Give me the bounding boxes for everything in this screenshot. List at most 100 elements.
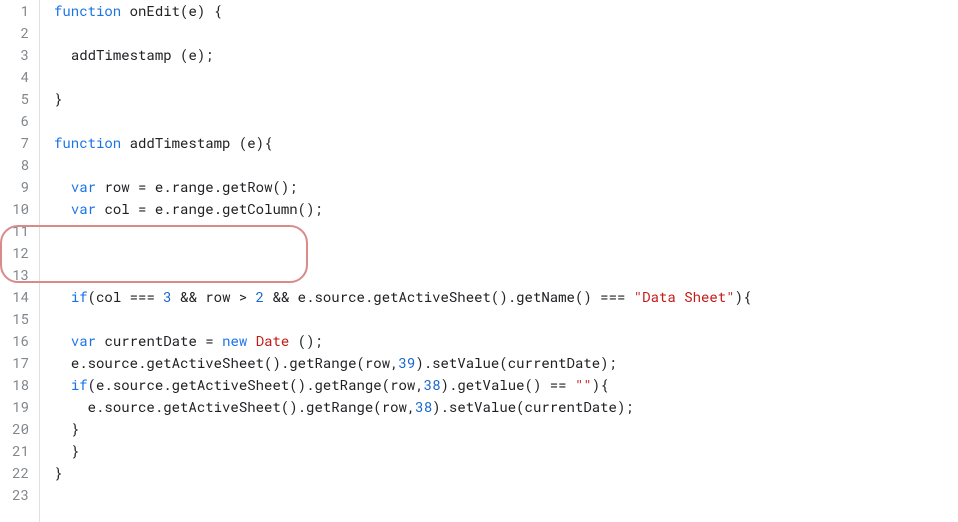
code-line[interactable]: var row = e.range.getRow(); xyxy=(54,176,958,198)
code-token: ) xyxy=(197,45,205,64)
code-token: ) xyxy=(499,287,507,306)
line-number: 5 xyxy=(0,88,29,110)
code-token: 38 xyxy=(424,375,441,394)
code-token: ) xyxy=(272,353,280,372)
code-line[interactable] xyxy=(54,22,958,44)
code-token: ( xyxy=(272,177,280,196)
code-token: e.source.getActiveSheet xyxy=(96,375,289,394)
code-token: e xyxy=(188,45,196,64)
line-number-gutter: 1234567891011121314151617181920212223 xyxy=(0,0,40,522)
code-token: e.source.getActiveSheet xyxy=(71,353,264,372)
code-token: row, xyxy=(382,397,416,416)
line-number: 10 xyxy=(0,198,29,220)
code-editor[interactable]: 1234567891011121314151617181920212223 fu… xyxy=(0,0,958,522)
line-number: 19 xyxy=(0,396,29,418)
code-token: .getRange xyxy=(281,353,357,372)
code-token xyxy=(247,331,255,350)
code-token: } xyxy=(71,419,79,438)
code-token: .setValue xyxy=(424,353,500,372)
code-line[interactable]: e.source.getActiveSheet().getRange(row,3… xyxy=(54,396,958,418)
code-token: { xyxy=(600,375,608,394)
code-token: ; xyxy=(314,199,322,218)
code-token: { xyxy=(264,133,272,152)
code-token xyxy=(289,331,297,350)
code-line[interactable]: function addTimestamp (e){ xyxy=(54,132,958,154)
line-number: 15 xyxy=(0,308,29,330)
code-line[interactable] xyxy=(54,264,958,286)
code-token: .getValue xyxy=(449,375,525,394)
line-number: 1 xyxy=(0,0,29,22)
code-token: { xyxy=(743,287,751,306)
code-token: ( xyxy=(516,397,524,416)
code-token: var xyxy=(71,199,96,218)
code-token: ( xyxy=(88,287,96,306)
code-token: addTimestamp xyxy=(130,133,239,152)
code-token: ) xyxy=(298,375,306,394)
line-number: 17 xyxy=(0,352,29,374)
code-token: .setValue xyxy=(441,397,517,416)
code-token: ; xyxy=(205,45,213,64)
code-token: ) xyxy=(415,353,423,372)
code-token: function xyxy=(54,1,121,20)
code-token: ) xyxy=(441,375,449,394)
code-token: ) xyxy=(256,133,264,152)
code-line[interactable] xyxy=(54,308,958,330)
code-token: .getRange xyxy=(306,375,382,394)
code-token xyxy=(121,133,129,152)
code-token: ) xyxy=(600,353,608,372)
code-line[interactable]: if(col === 3 && row > 2 && e.source.getA… xyxy=(54,286,958,308)
code-line[interactable]: if(e.source.getActiveSheet().getRange(ro… xyxy=(54,374,958,396)
code-token: ; xyxy=(609,353,617,372)
code-token: "" xyxy=(575,375,592,394)
code-token: row = e.range.getRow xyxy=(104,177,272,196)
line-number: 8 xyxy=(0,154,29,176)
code-token: ( xyxy=(356,353,364,372)
code-token: 38 xyxy=(415,397,432,416)
code-token: if xyxy=(71,287,88,306)
line-number: 4 xyxy=(0,66,29,88)
code-token: e xyxy=(188,1,196,20)
code-token: } xyxy=(54,463,62,482)
code-token: .getName xyxy=(508,287,575,306)
code-line[interactable] xyxy=(54,154,958,176)
code-token: ) xyxy=(592,375,600,394)
code-line[interactable] xyxy=(54,242,958,264)
code-token: && e.source.getActiveSheet xyxy=(264,287,491,306)
code-line[interactable] xyxy=(54,220,958,242)
code-token: ) xyxy=(735,287,743,306)
code-line[interactable]: addTimestamp (e); xyxy=(54,44,958,66)
code-line[interactable]: var currentDate = new Date (); xyxy=(54,330,958,352)
code-line[interactable]: } xyxy=(54,88,958,110)
line-number: 3 xyxy=(0,44,29,66)
line-number: 14 xyxy=(0,286,29,308)
line-number: 13 xyxy=(0,264,29,286)
line-number: 12 xyxy=(0,242,29,264)
code-token: .getRange xyxy=(298,397,374,416)
code-token: row, xyxy=(365,353,399,372)
code-token: ) xyxy=(306,331,314,350)
code-line[interactable] xyxy=(54,110,958,132)
code-token: ; xyxy=(625,397,633,416)
code-token: var xyxy=(71,331,96,350)
code-token: var xyxy=(71,177,96,196)
code-line[interactable]: } xyxy=(54,418,958,440)
code-line[interactable] xyxy=(54,484,958,506)
code-token: col = e.range.getColumn xyxy=(104,199,297,218)
code-line[interactable]: function onEdit(e) { xyxy=(54,0,958,22)
code-token xyxy=(205,1,213,20)
code-token: ( xyxy=(373,397,381,416)
code-line[interactable]: var col = e.range.getColumn(); xyxy=(54,198,958,220)
line-number: 9 xyxy=(0,176,29,198)
code-token: onEdit xyxy=(130,1,180,20)
code-line[interactable]: } xyxy=(54,462,958,484)
code-line[interactable]: e.source.getActiveSheet().getRange(row,3… xyxy=(54,352,958,374)
code-content-area[interactable]: function onEdit(e) { addTimestamp (e);}f… xyxy=(40,0,958,522)
code-line[interactable] xyxy=(54,66,958,88)
code-token: === xyxy=(592,287,634,306)
code-token: ( xyxy=(298,199,306,218)
code-token: ) xyxy=(432,397,440,416)
code-token: col === xyxy=(96,287,163,306)
line-number: 6 xyxy=(0,110,29,132)
code-token: ; xyxy=(289,177,297,196)
code-line[interactable]: } xyxy=(54,440,958,462)
